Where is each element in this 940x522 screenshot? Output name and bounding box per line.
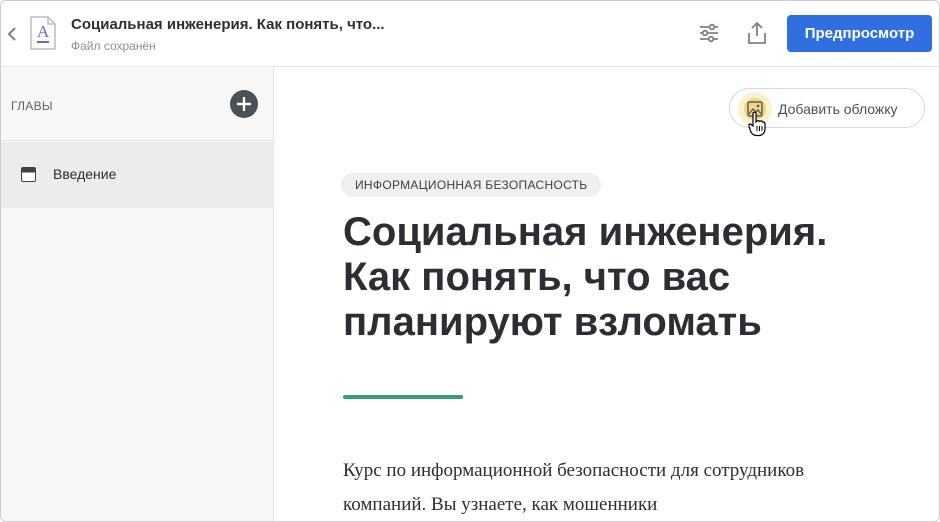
save-status: Файл сохранён (71, 39, 156, 53)
chapter-icon (21, 167, 36, 182)
add-cover-label: Добавить обложку (778, 101, 898, 117)
preview-button[interactable]: Предпросмотр (787, 15, 932, 52)
title-divider (343, 395, 463, 399)
chevron-left-icon[interactable] (5, 23, 19, 45)
chapters-heading: ГЛАВЫ (11, 99, 53, 113)
doc-icon-letter: A (37, 22, 50, 41)
course-title[interactable]: Социальная инженерия. Как понять, что ва… (343, 210, 863, 345)
sidebar-header: ГЛАВЫ (1, 67, 274, 141)
plus-circle-icon[interactable] (230, 90, 258, 118)
course-file-title: Социальная инженерия. Как понять, что... (71, 16, 385, 33)
editor-canvas: Добавить обложку ИНФОРМАЦИОННАЯ БЕЗОПАСН… (275, 67, 939, 521)
hand-cursor-icon (748, 111, 766, 137)
chapters-sidebar: ГЛАВЫ Введение (1, 67, 274, 521)
app-window: A Социальная инженерия. Как понять, что.… (0, 0, 940, 522)
sidebar-item-introduction[interactable]: Введение (1, 142, 274, 208)
sidebar-item-label: Введение (53, 166, 117, 182)
category-tag[interactable]: ИНФОРМАЦИОННАЯ БЕЗОПАСНОСТЬ (341, 173, 602, 197)
sliders-icon[interactable] (697, 21, 721, 45)
course-description[interactable]: Курс по информационной безопасности для … (343, 454, 863, 521)
share-icon[interactable] (745, 20, 769, 46)
document-icon: A (29, 16, 57, 50)
top-bar: A Социальная инженерия. Как понять, что.… (1, 1, 939, 67)
